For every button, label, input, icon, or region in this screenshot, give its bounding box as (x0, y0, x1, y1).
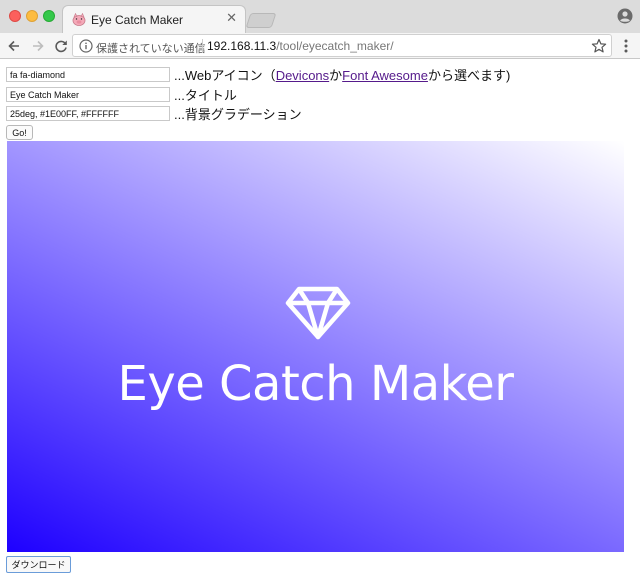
pig-favicon-icon (72, 13, 86, 26)
url-path: /tool/eyecatch_maker/ (276, 39, 394, 53)
devicons-link[interactable]: Devicons (276, 68, 329, 83)
tab-title: Eye Catch Maker (91, 13, 184, 27)
close-window-button[interactable] (9, 10, 21, 22)
browser-tab-active[interactable]: Eye Catch Maker ✕ (62, 5, 246, 33)
address-bar[interactable]: 保護されていない通信 192.168.11.3/tool/eyecatch_ma… (72, 34, 612, 57)
browser-toolbar: 保護されていない通信 192.168.11.3/tool/eyecatch_ma… (0, 33, 640, 59)
url-host: 192.168.11.3 (207, 39, 277, 53)
download-button[interactable]: ダウンロード (6, 556, 71, 573)
profile-icon[interactable] (617, 8, 633, 24)
new-tab-button[interactable] (245, 13, 277, 28)
eyecatch-preview: Eye Catch Maker (7, 141, 624, 552)
maximize-window-button[interactable] (43, 10, 55, 22)
icon-desc-middle: か (329, 68, 343, 83)
browser-tabbar: Eye Catch Maker ✕ (0, 0, 640, 33)
arrow-right-icon[interactable] (30, 38, 46, 54)
icon-desc-prefix: ...Webアイコン（ (174, 68, 276, 83)
preview-title: Eye Catch Maker (117, 356, 514, 412)
url-text: 192.168.11.3/tool/eyecatch_maker/ (207, 39, 394, 53)
reload-icon[interactable] (53, 38, 69, 54)
icon-desc-suffix: から選べます) (427, 68, 511, 83)
gradient-field-description: ...背景グラデーション (174, 107, 302, 122)
vertical-dots-icon[interactable] (618, 38, 634, 54)
diamond-icon (285, 286, 351, 340)
close-icon[interactable]: ✕ (226, 11, 237, 25)
icon-field-description: ...Webアイコン（DeviconsかFont Awesomeから選べます) (174, 65, 510, 84)
title-field-description: ...タイトル (174, 88, 237, 103)
icon-class-input[interactable] (6, 67, 170, 82)
minimize-window-button[interactable] (26, 10, 38, 22)
font-awesome-link[interactable]: Font Awesome (342, 68, 428, 83)
title-input[interactable] (6, 87, 170, 102)
info-icon[interactable] (79, 39, 93, 53)
security-status-text: 保護されていない通信 (96, 43, 206, 55)
star-icon[interactable] (591, 38, 607, 54)
go-button[interactable]: Go! (6, 125, 33, 140)
arrow-left-icon[interactable] (6, 38, 22, 54)
address-divider (202, 39, 203, 53)
gradient-input[interactable] (6, 106, 170, 121)
